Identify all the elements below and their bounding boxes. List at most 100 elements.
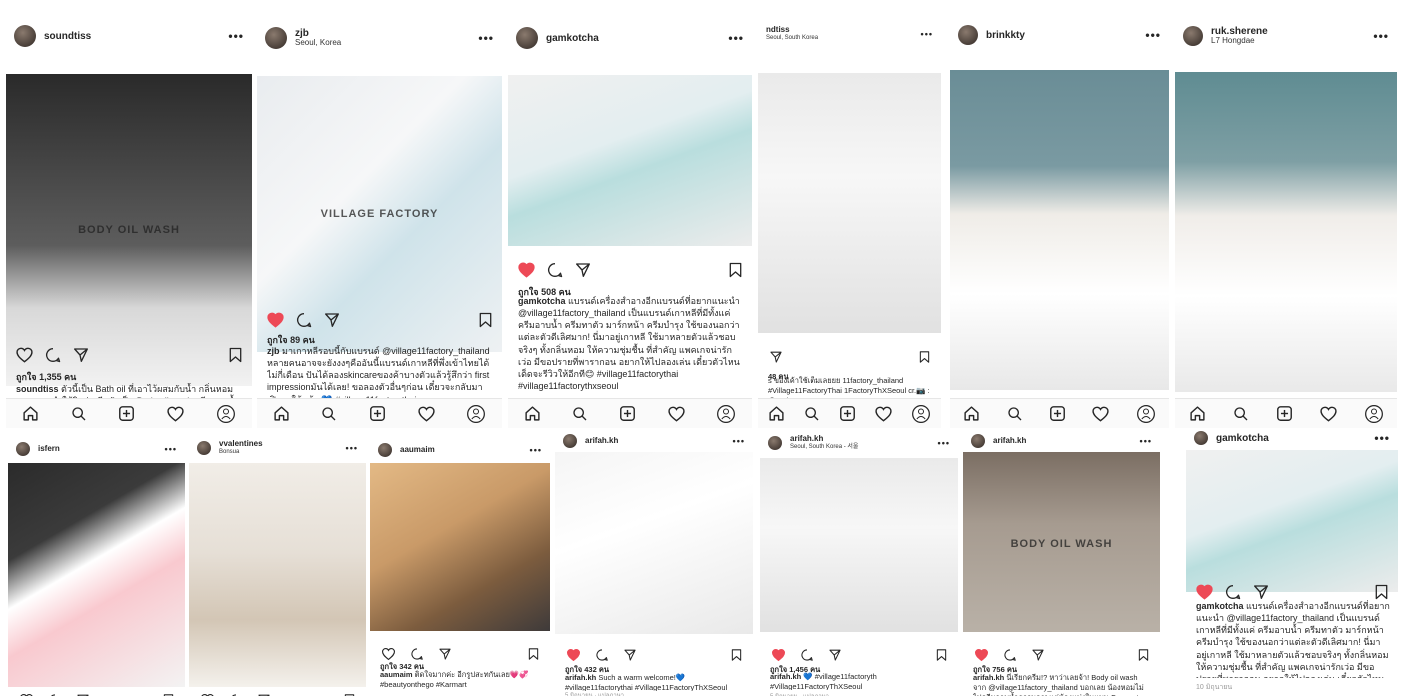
comment-icon[interactable] <box>547 262 563 278</box>
caption-username[interactable]: aaumaim <box>380 670 413 679</box>
activity-heart-icon[interactable] <box>1092 406 1110 422</box>
comment-icon[interactable] <box>411 648 424 661</box>
bookmark-icon[interactable] <box>919 351 930 364</box>
profile-icon[interactable] <box>716 404 736 424</box>
location[interactable]: Bonsua <box>219 449 346 456</box>
share-icon[interactable] <box>324 312 340 328</box>
caption-username[interactable]: soundtiss <box>16 384 59 394</box>
username[interactable]: arifah.kh <box>790 434 938 444</box>
home-icon[interactable] <box>963 405 980 422</box>
avatar[interactable] <box>14 25 36 47</box>
profile-icon[interactable] <box>1364 404 1384 424</box>
share-icon[interactable] <box>770 351 783 364</box>
home-icon[interactable] <box>524 405 541 422</box>
location[interactable]: L7 Hongdae <box>1211 36 1373 46</box>
more-options-icon[interactable]: ••• <box>1140 436 1152 446</box>
avatar[interactable] <box>197 441 211 455</box>
post-photo[interactable] <box>1186 450 1398 592</box>
more-options-icon[interactable]: ••• <box>1374 431 1390 445</box>
caption-username[interactable]: zjb <box>267 346 280 356</box>
activity-heart-icon[interactable] <box>417 406 435 422</box>
more-options-icon[interactable]: ••• <box>530 445 542 455</box>
username[interactable]: arifah.kh <box>993 436 1140 446</box>
activity-heart-icon[interactable] <box>167 406 184 422</box>
comment-icon[interactable] <box>296 312 312 328</box>
username[interactable]: ndtiss <box>766 25 921 35</box>
comment-icon[interactable] <box>801 649 814 662</box>
avatar[interactable] <box>768 436 782 450</box>
activity-heart-icon[interactable] <box>875 406 892 422</box>
like-heart-icon[interactable] <box>381 648 396 661</box>
post-photo[interactable] <box>370 463 550 631</box>
like-heart-icon[interactable] <box>267 312 284 328</box>
caption-username[interactable]: gamkotcha <box>518 296 566 306</box>
home-icon[interactable] <box>273 405 290 422</box>
post-photo[interactable] <box>950 70 1169 390</box>
username[interactable]: aaumaim <box>400 445 530 455</box>
add-post-icon[interactable] <box>1049 405 1066 422</box>
post-photo[interactable]: BODY OIL WASH <box>963 452 1160 632</box>
more-options-icon[interactable]: ••• <box>346 443 358 453</box>
activity-heart-icon[interactable] <box>1319 406 1337 422</box>
profile-icon[interactable] <box>216 404 236 424</box>
comment-icon[interactable] <box>1225 584 1241 600</box>
like-heart-icon[interactable] <box>771 649 786 662</box>
activity-heart-icon[interactable] <box>668 406 685 422</box>
like-heart-icon[interactable] <box>974 649 989 662</box>
caption-username[interactable]: arifah.kh <box>770 672 801 681</box>
avatar[interactable] <box>378 443 392 457</box>
username[interactable]: gamkotcha <box>1216 433 1374 444</box>
share-icon[interactable] <box>1032 649 1045 662</box>
avatar[interactable] <box>958 25 978 45</box>
more-options-icon[interactable]: ••• <box>728 31 744 45</box>
bookmark-icon[interactable] <box>229 347 242 363</box>
add-post-icon[interactable] <box>118 405 135 422</box>
avatar[interactable] <box>563 434 577 448</box>
post-photo[interactable] <box>760 458 958 632</box>
bookmark-icon[interactable] <box>936 649 947 662</box>
more-options-icon[interactable]: ••• <box>938 438 950 448</box>
post-photo[interactable] <box>189 463 366 687</box>
location[interactable]: Seoul, South Korea <box>766 35 921 42</box>
search-icon[interactable] <box>572 406 588 422</box>
more-options-icon[interactable]: ••• <box>1145 28 1161 42</box>
location[interactable]: Seoul, Korea <box>295 38 478 48</box>
search-icon[interactable] <box>71 406 87 422</box>
share-icon[interactable] <box>1253 584 1269 600</box>
bookmark-icon[interactable] <box>1375 584 1388 600</box>
share-icon[interactable] <box>73 347 89 363</box>
caption-username[interactable]: arifah.kh <box>973 673 1004 682</box>
username[interactable]: arifah.kh <box>585 436 733 446</box>
comment-icon[interactable] <box>596 649 609 662</box>
like-heart-icon[interactable] <box>16 347 33 363</box>
more-options-icon[interactable]: ••• <box>921 29 933 39</box>
search-icon[interactable] <box>804 406 820 422</box>
avatar[interactable] <box>516 27 538 49</box>
search-icon[interactable] <box>1233 406 1249 422</box>
post-photo[interactable] <box>508 75 752 246</box>
home-icon[interactable] <box>22 405 39 422</box>
share-icon[interactable] <box>624 649 637 662</box>
add-post-icon[interactable] <box>619 405 636 422</box>
profile-icon[interactable] <box>911 404 931 424</box>
share-icon[interactable] <box>439 648 452 661</box>
share-icon[interactable] <box>575 262 591 278</box>
bookmark-icon[interactable] <box>731 649 742 662</box>
post-photo[interactable] <box>758 73 941 333</box>
username[interactable]: gamkotcha <box>546 33 728 44</box>
more-options-icon[interactable]: ••• <box>165 444 177 454</box>
post-photo[interactable]: BODY OIL WASH <box>6 74 252 386</box>
add-post-icon[interactable] <box>1276 405 1293 422</box>
comment-icon[interactable] <box>1004 649 1017 662</box>
like-heart-icon[interactable] <box>1196 584 1213 600</box>
avatar[interactable] <box>971 434 985 448</box>
bookmark-icon[interactable] <box>1138 649 1149 662</box>
profile-icon[interactable] <box>466 404 486 424</box>
profile-icon[interactable] <box>1136 404 1156 424</box>
post-photo[interactable] <box>555 452 753 634</box>
search-icon[interactable] <box>1007 406 1023 422</box>
add-post-icon[interactable] <box>839 405 856 422</box>
username[interactable]: brinkkty <box>986 30 1145 41</box>
like-heart-icon[interactable] <box>566 649 581 662</box>
username[interactable]: vvalentines <box>219 439 346 449</box>
